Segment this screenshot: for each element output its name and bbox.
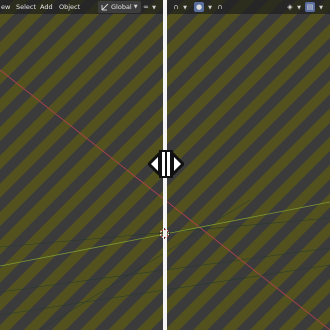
chevron-down-icon[interactable]: ▼ [149, 2, 159, 12]
chevron-down-icon[interactable]: ▼ [316, 2, 326, 12]
proportional-edit-icon[interactable]: ● [194, 2, 204, 12]
menu-view[interactable]: ew [1, 0, 10, 14]
chevron-down-icon: ▼ [133, 4, 138, 10]
falloff-curve-icon[interactable]: ∩ [215, 2, 225, 12]
chevron-down-icon[interactable]: ▼ [205, 2, 215, 12]
menu-add[interactable]: Add [40, 0, 53, 14]
menu-select[interactable]: Select [16, 0, 36, 14]
chevron-down-icon[interactable]: ▼ [180, 2, 190, 12]
transform-orientation-dropdown[interactable]: Global ▼ [98, 1, 141, 13]
grid-line [39, 199, 251, 330]
area-split-resize-icon[interactable] [148, 146, 184, 182]
chevron-down-icon[interactable]: ▼ [294, 2, 304, 12]
3d-cursor-icon[interactable] [159, 228, 170, 239]
orientation-value: Global [111, 3, 132, 11]
gizmo-icon[interactable]: ▤ [305, 2, 315, 12]
global-orientation-icon [101, 3, 109, 11]
menu-object[interactable]: Object [59, 0, 80, 14]
blender-3d-viewport-editor: ew Select Add Object Global ▼ ∞ ▼ ∩ ▼ ● … [0, 0, 330, 330]
